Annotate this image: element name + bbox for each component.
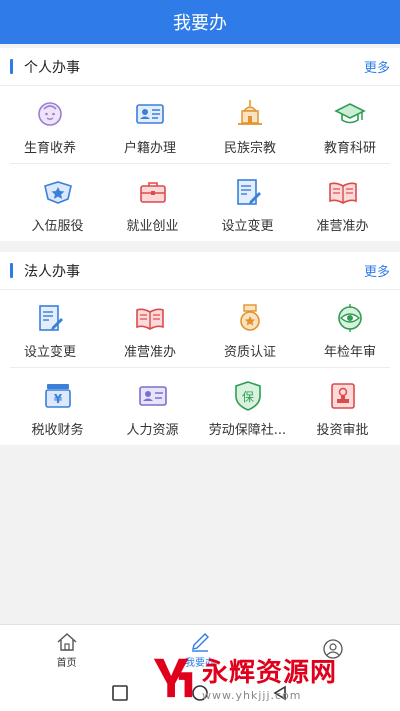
section-title-wrap: 个人办事 bbox=[10, 57, 80, 77]
personal-affairs-section: 个人办事 更多 生育收养 户籍办理 民族宗教 教育科研 入伍服役 就业创业 设立… bbox=[0, 48, 400, 241]
grid-row: 生育收养 户籍办理 民族宗教 教育科研 bbox=[0, 86, 400, 163]
service-label: 资质认证 bbox=[223, 345, 276, 360]
watermark-logo bbox=[153, 658, 193, 698]
section-header: 法人办事 更多 bbox=[0, 252, 400, 290]
section-title-wrap: 法人办事 bbox=[10, 261, 80, 281]
temple-icon bbox=[233, 97, 267, 131]
service-label: 就业创业 bbox=[126, 219, 179, 234]
service-item-human-resources[interactable]: 人力资源 bbox=[105, 368, 200, 444]
service-item-birth-adoption[interactable]: 生育收养 bbox=[0, 86, 100, 163]
edit-document-icon bbox=[33, 301, 67, 335]
military-badge-icon bbox=[41, 175, 75, 209]
section-accent-bar bbox=[10, 59, 13, 74]
briefcase-icon bbox=[136, 175, 170, 209]
service-item-establish-change[interactable]: 设立变更 bbox=[200, 164, 295, 240]
baby-icon bbox=[33, 97, 67, 131]
nav-home[interactable]: 首页 bbox=[0, 625, 133, 674]
page-title: 我要办 bbox=[173, 13, 227, 34]
service-label: 民族宗教 bbox=[223, 141, 276, 156]
approval-stamp-icon bbox=[326, 379, 360, 413]
more-link[interactable]: 更多 bbox=[364, 57, 390, 76]
service-label: 设立变更 bbox=[221, 219, 274, 234]
medal-icon bbox=[233, 301, 267, 335]
service-label: 户籍办理 bbox=[123, 141, 176, 156]
service-label: 税收财务 bbox=[31, 423, 84, 438]
service-item-labor-security[interactable]: 保 劳动保障社... bbox=[200, 368, 295, 444]
graduation-cap-icon bbox=[333, 97, 367, 131]
service-label: 劳动保障社... bbox=[208, 423, 287, 438]
service-item-education-research[interactable]: 教育科研 bbox=[300, 86, 400, 163]
service-label: 生育收养 bbox=[23, 141, 76, 156]
open-book-icon bbox=[326, 175, 360, 209]
edit-document-icon bbox=[231, 175, 265, 209]
service-item-military-service[interactable]: 入伍服役 bbox=[10, 164, 105, 240]
service-item-business-permit[interactable]: 准营准办 bbox=[295, 164, 390, 240]
service-label: 人力资源 bbox=[126, 423, 179, 438]
section-header: 个人办事 更多 bbox=[0, 48, 400, 86]
watermark-brand: 永辉资源网 bbox=[202, 658, 338, 688]
grid-row: 入伍服役 就业创业 设立变更 准营准办 bbox=[10, 163, 390, 240]
recents-icon[interactable] bbox=[111, 684, 129, 702]
service-label: 教育科研 bbox=[323, 141, 376, 156]
service-label: 准营准办 bbox=[123, 345, 176, 360]
grid-row: ¥ 税收财务 人力资源 保 劳动保障社... 投资审批 bbox=[10, 367, 390, 444]
service-label: 设立变更 bbox=[23, 345, 76, 360]
service-label: 投资审批 bbox=[316, 423, 369, 438]
more-link[interactable]: 更多 bbox=[364, 261, 390, 280]
watermark-url: www.yhkjjj.com bbox=[202, 689, 302, 702]
shield-character: 保 bbox=[241, 390, 253, 404]
legal-affairs-section: 法人办事 更多 设立变更 准营准办 资质认证 年检年审 ¥ 税收财务 人力资源 … bbox=[0, 252, 400, 445]
service-item-qualification[interactable]: 资质认证 bbox=[200, 290, 300, 367]
service-item-business-permit[interactable]: 准营准办 bbox=[100, 290, 200, 367]
nav-home-label: 首页 bbox=[56, 657, 77, 669]
service-label: 入伍服役 bbox=[31, 219, 84, 234]
tax-money-icon: ¥ bbox=[41, 379, 75, 413]
shield-guarantee-icon: 保 bbox=[231, 379, 265, 413]
section-title: 个人办事 bbox=[24, 59, 80, 76]
service-label: 年检年审 bbox=[323, 345, 376, 360]
person-card-icon bbox=[136, 379, 170, 413]
target-eye-icon bbox=[333, 301, 367, 335]
section-accent-bar bbox=[10, 263, 13, 278]
service-item-ethnic-religion[interactable]: 民族宗教 bbox=[200, 86, 300, 163]
service-item-establish-change[interactable]: 设立变更 bbox=[0, 290, 100, 367]
watermark-text: 永辉资源网 www.yhkjjj.com bbox=[202, 652, 337, 702]
grid-row: 设立变更 准营准办 资质认证 年检年审 bbox=[0, 290, 400, 367]
open-book-icon bbox=[133, 301, 167, 335]
home-icon bbox=[57, 632, 77, 651]
section-title: 法人办事 bbox=[24, 263, 80, 280]
service-item-employment[interactable]: 就业创业 bbox=[105, 164, 200, 240]
service-label: 准营准办 bbox=[316, 219, 369, 234]
service-item-investment-approval[interactable]: 投资审批 bbox=[295, 368, 390, 444]
service-item-tax-finance[interactable]: ¥ 税收财务 bbox=[10, 368, 105, 444]
svg-text:¥: ¥ bbox=[53, 392, 62, 406]
id-card-icon bbox=[133, 97, 167, 131]
watermark: 永辉资源网 www.yhkjjj.com bbox=[150, 648, 390, 706]
service-item-annual-inspection[interactable]: 年检年审 bbox=[300, 290, 400, 367]
title-bar: 我要办 bbox=[0, 0, 400, 44]
service-item-household-registration[interactable]: 户籍办理 bbox=[100, 86, 200, 163]
